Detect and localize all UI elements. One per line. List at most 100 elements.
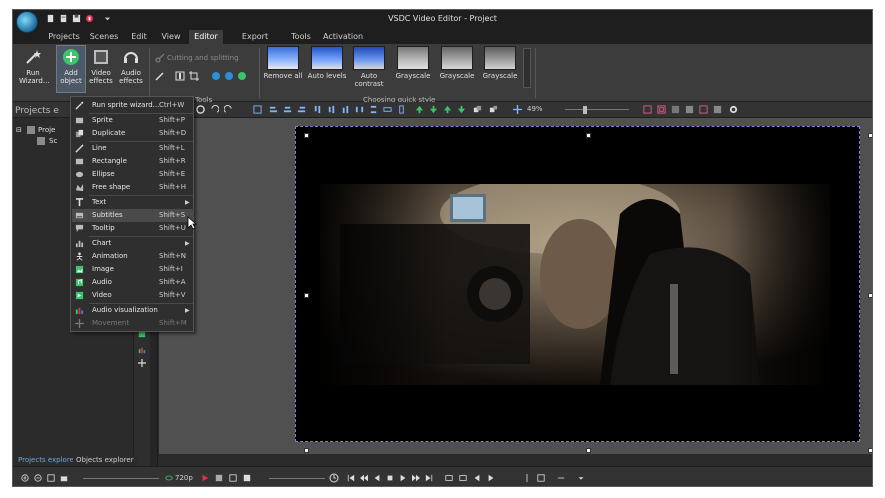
ungroup-icon[interactable] [489, 105, 498, 114]
stop-icon[interactable] [386, 474, 394, 482]
layers-icon[interactable] [685, 105, 694, 114]
menu-item-sprite[interactable]: Sprite Shift+P [72, 114, 194, 127]
send-to-back-icon[interactable] [457, 105, 466, 114]
menu-item-chart[interactable]: Chart ▶ [72, 237, 194, 250]
fast-forward-icon[interactable] [412, 474, 420, 482]
rotate-left-icon[interactable] [211, 71, 221, 81]
tree-item-project[interactable]: Proje [38, 126, 55, 134]
tab-objects-explorer[interactable]: Objects explorer [73, 455, 137, 466]
menu-item-text[interactable]: Text ▶ [72, 196, 194, 209]
menu-item-image[interactable]: Image Shift+I [72, 263, 194, 276]
timeline-zoom-slider[interactable] [83, 478, 159, 479]
settings-gear-icon[interactable] [729, 105, 738, 114]
tab-projects[interactable]: Projects [47, 30, 81, 44]
move-up-icon[interactable] [415, 105, 424, 114]
zoom-value[interactable]: 49% [527, 105, 543, 113]
video-effects-button[interactable]: Video effects [87, 46, 115, 92]
tab-editor[interactable]: Editor [189, 30, 223, 44]
align-center-icon[interactable] [283, 105, 292, 114]
menu-item-duplicate[interactable]: Duplicate Shift+D [72, 127, 194, 140]
resize-handle-b[interactable] [586, 448, 591, 453]
zoom-slider[interactable] [565, 109, 629, 110]
clock-icon[interactable] [329, 473, 339, 483]
refresh-icon[interactable] [237, 71, 247, 81]
tab-projects-explorer[interactable]: Projects explorer [15, 455, 80, 466]
align-middle-icon[interactable] [327, 105, 336, 114]
next-marker-icon[interactable] [487, 474, 495, 482]
tree-item-scene[interactable]: Sc [49, 137, 57, 145]
pen-tool-icon[interactable] [155, 71, 165, 81]
distribute-horizontal-icon[interactable] [355, 105, 364, 114]
resize-handle-tl[interactable] [304, 133, 309, 138]
loop-icon[interactable] [229, 474, 237, 482]
menu-item-ellipse[interactable]: Ellipse Shift+E [72, 168, 194, 181]
undo-icon[interactable] [210, 105, 219, 114]
safe-area-icon[interactable] [657, 105, 666, 114]
resize-handle-tr[interactable] [868, 133, 872, 138]
style-remove-all[interactable]: Remove all [263, 46, 303, 86]
menu-item-audio-visualization[interactable]: Audio visualization ▶ [72, 304, 194, 317]
align-left-icon[interactable] [269, 105, 278, 114]
volume-slider[interactable] [269, 478, 325, 479]
resize-handle-br[interactable] [868, 448, 872, 453]
redo-icon[interactable] [224, 105, 233, 114]
align-top-icon[interactable] [313, 105, 322, 114]
audio-effects-button[interactable]: Audio effects [117, 46, 145, 92]
move-cross-icon[interactable] [513, 105, 522, 114]
camera-icon[interactable] [60, 474, 68, 482]
align-right-icon[interactable] [297, 105, 306, 114]
tab-view[interactable]: View [159, 30, 183, 44]
style-auto-contrast[interactable]: Auto contrast [349, 46, 389, 88]
style-grayscale-1[interactable]: Grayscale [393, 46, 433, 86]
styles-scroll[interactable] [523, 48, 531, 88]
text-frame-icon[interactable] [175, 71, 185, 81]
tab-export-project[interactable]: Export project [229, 30, 281, 55]
grid-snap-icon[interactable] [643, 105, 652, 114]
audio-vis-tool-icon[interactable] [138, 346, 146, 354]
menu-item-line[interactable]: Line Shift+L [72, 142, 194, 155]
fit-view-icon[interactable] [47, 474, 55, 482]
bring-to-front-icon[interactable] [443, 105, 452, 114]
move-tool-icon[interactable] [138, 359, 146, 367]
rotate-right-icon[interactable] [224, 71, 234, 81]
cutting-splitting-label[interactable]: Cutting and splitting [167, 54, 239, 62]
same-width-icon[interactable] [383, 105, 392, 114]
distribute-vertical-icon[interactable] [369, 105, 378, 114]
tab-activation[interactable]: Activation [323, 30, 363, 44]
menu-item-subtitles[interactable]: Subtitles Shift+S [72, 209, 194, 222]
go-start-icon[interactable] [347, 474, 355, 482]
resize-handle-r[interactable] [868, 293, 872, 298]
tree-expand-icon[interactable]: ⊟ [16, 126, 22, 134]
add-object-button[interactable]: Add object [56, 45, 86, 93]
step-back-icon[interactable] [373, 474, 381, 482]
frame-back-icon[interactable] [215, 474, 223, 482]
menu-item-free-shape[interactable]: Free shape Shift+H [72, 181, 194, 194]
play-forward-icon[interactable] [399, 474, 407, 482]
preview-icon[interactable] [713, 105, 722, 114]
menu-item-animation[interactable]: Animation Shift+N [72, 250, 194, 263]
app-logo-icon[interactable] [16, 11, 38, 33]
grid-icon[interactable] [671, 105, 680, 114]
align-bottom-icon[interactable] [341, 105, 350, 114]
move-down-icon[interactable] [429, 105, 438, 114]
go-end-icon[interactable] [425, 474, 433, 482]
resize-handle-l[interactable] [304, 293, 309, 298]
style-auto-levels[interactable]: Auto levels [307, 46, 347, 86]
menu-item-video[interactable]: Video Shift+V [72, 289, 194, 302]
stop-circle-icon[interactable] [196, 105, 205, 114]
style-grayscale-2[interactable]: Grayscale [437, 46, 477, 86]
rewind-icon[interactable] [360, 474, 368, 482]
run-wizard-button[interactable]: Run Wizard... [19, 46, 50, 92]
scene-canvas[interactable] [159, 118, 872, 454]
zoom-in-icon[interactable] [21, 474, 29, 482]
menu-item-rectangle[interactable]: Rectangle Shift+R [72, 155, 194, 168]
video-frame[interactable] [295, 126, 860, 442]
snap-icon[interactable] [537, 474, 545, 482]
mark-out-icon[interactable] [459, 474, 467, 482]
crop-icon[interactable] [189, 71, 199, 81]
style-grayscale-3[interactable]: Grayscale [480, 46, 520, 86]
zoom-slider-thumb[interactable] [583, 106, 587, 114]
scissors-icon[interactable] [155, 53, 165, 63]
marker-icon[interactable] [243, 474, 251, 482]
zoom-out-icon[interactable] [34, 474, 42, 482]
